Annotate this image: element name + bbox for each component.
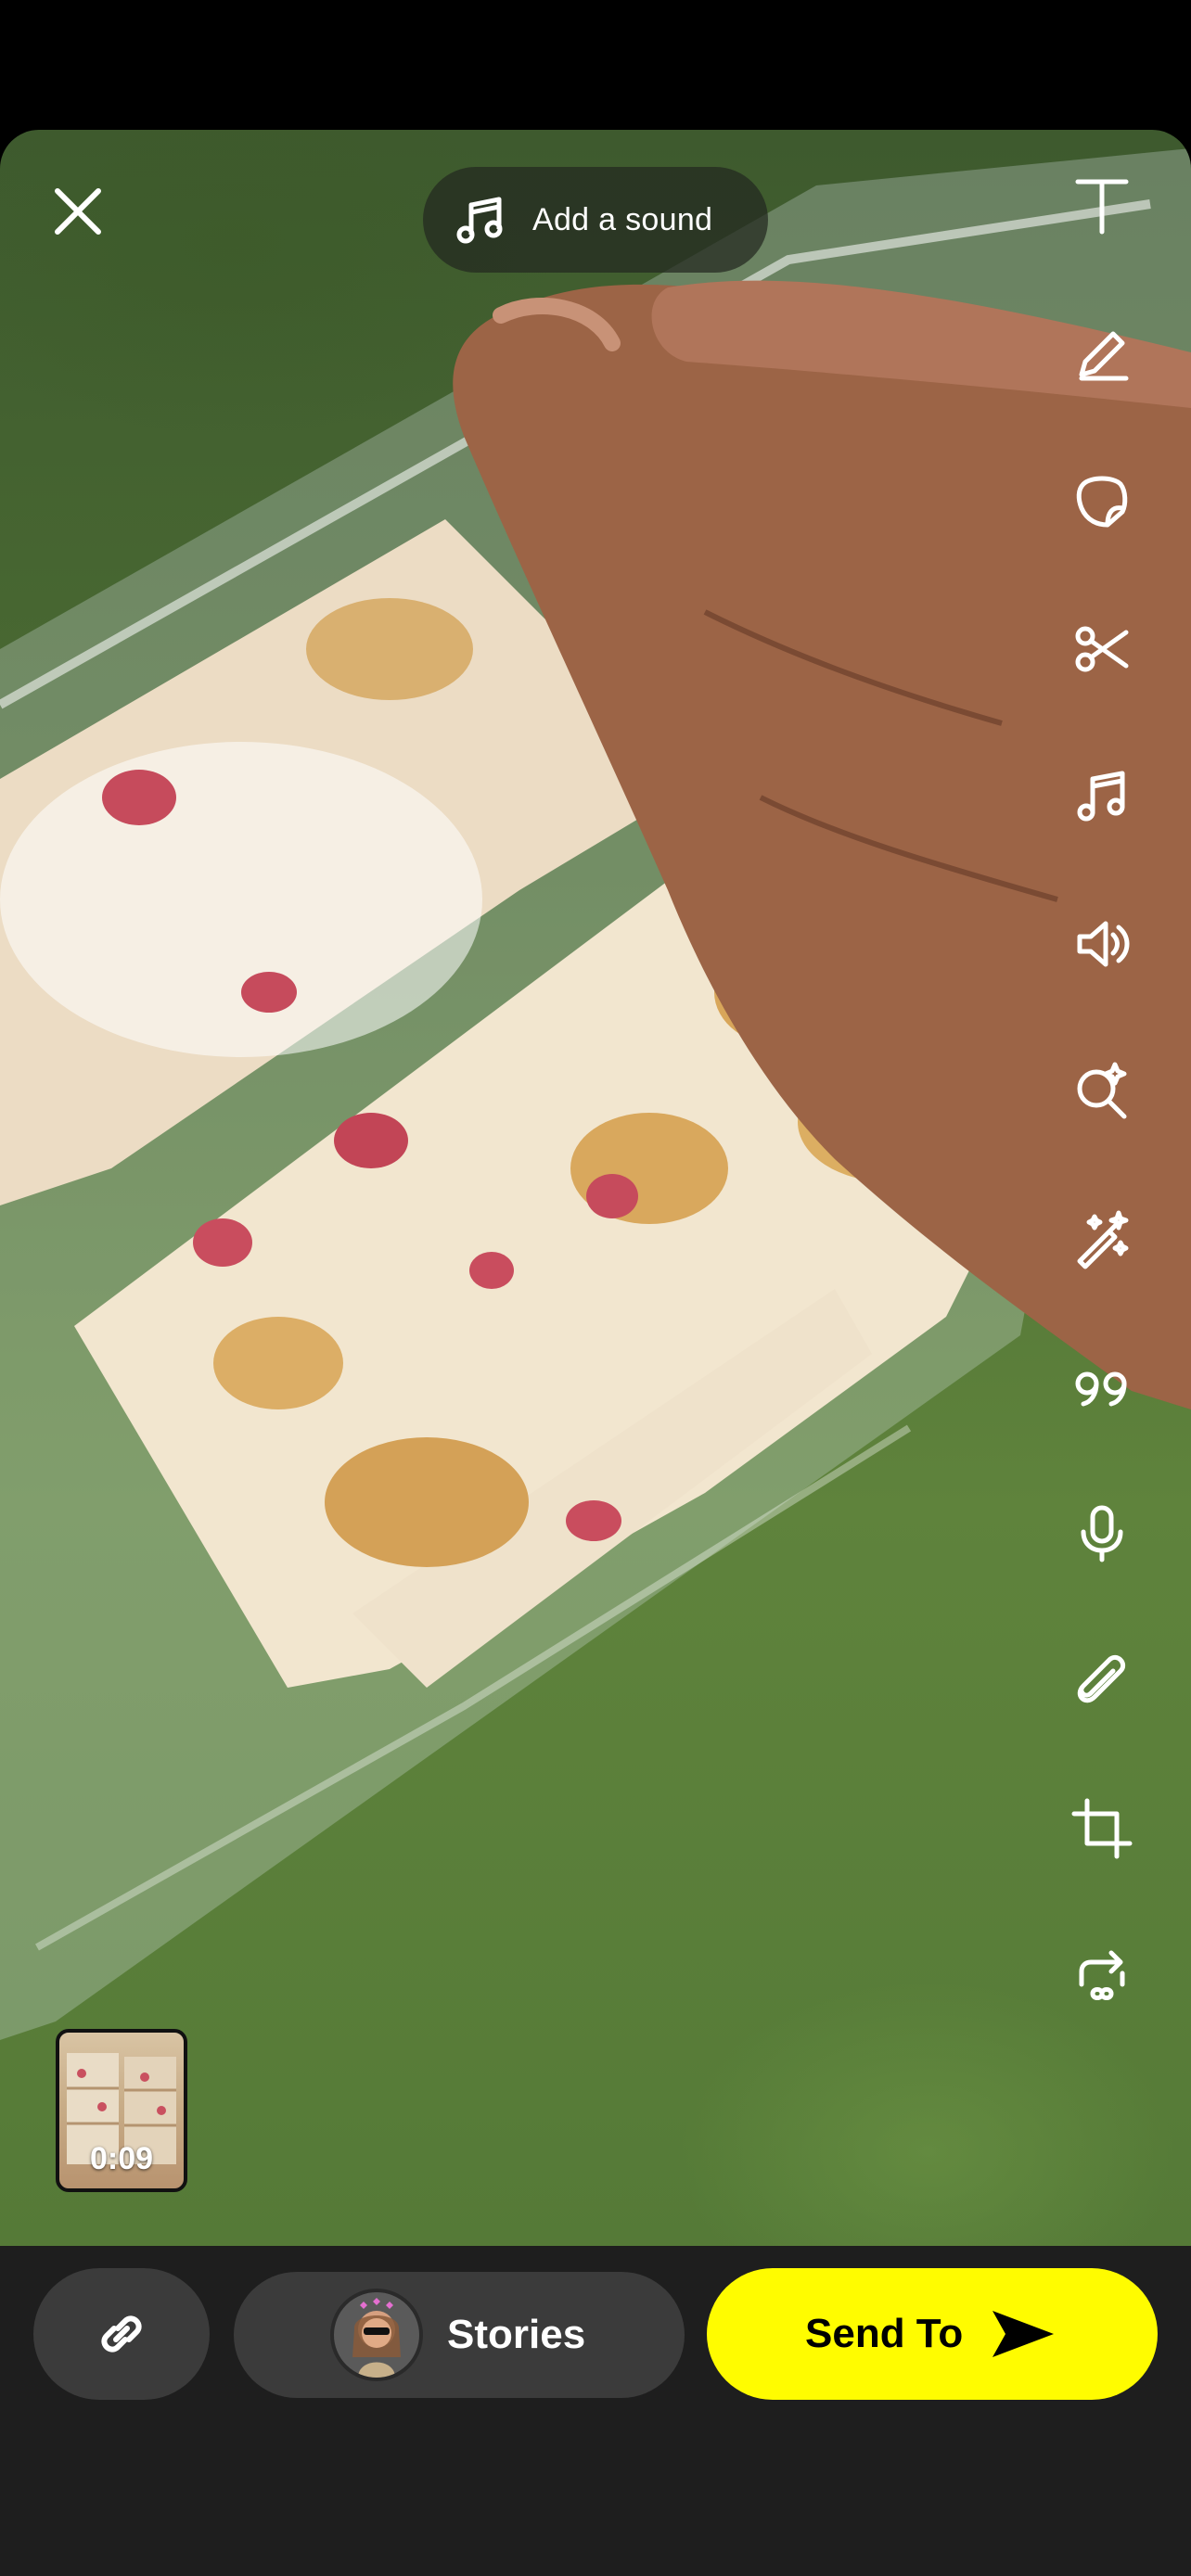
clip-thumbnail[interactable]: 0:09 xyxy=(56,2029,187,2192)
avatar xyxy=(330,2289,423,2381)
search-sparkle-icon xyxy=(1077,1062,1127,1119)
quote-icon xyxy=(1075,1371,1127,1407)
scissors-icon xyxy=(1075,626,1129,672)
music-note-icon xyxy=(1077,771,1125,822)
add-sound-label: Add a sound xyxy=(532,201,713,237)
pencil-icon xyxy=(1079,331,1129,381)
lens-search-tool-button[interactable] xyxy=(1065,1053,1139,1128)
crop-tool-button[interactable] xyxy=(1065,1792,1139,1866)
media-preview[interactable]: Add a sound 0:09 xyxy=(0,130,1191,2246)
add-sound-button[interactable]: Add a sound xyxy=(423,167,768,273)
stories-button[interactable]: Stories xyxy=(234,2272,685,2398)
send-to-label: Send To xyxy=(805,2311,964,2356)
close-button[interactable] xyxy=(45,178,111,245)
quote-tool-button[interactable] xyxy=(1065,1350,1139,1424)
scissors-tool-button[interactable] xyxy=(1065,612,1139,686)
crop-icon xyxy=(1071,1798,1133,1859)
clip-duration: 0:09 xyxy=(89,2141,154,2176)
attachment-tool-button[interactable] xyxy=(1065,1645,1139,1719)
volume-tool-button[interactable] xyxy=(1065,907,1139,981)
loop-tool-button[interactable] xyxy=(1065,1940,1139,2014)
stories-label: Stories xyxy=(447,2312,586,2357)
magic-wand-icon xyxy=(1077,1210,1129,1269)
photo-content xyxy=(0,148,1191,2040)
link-button[interactable] xyxy=(33,2268,210,2400)
loop-icon xyxy=(1079,1950,1125,2000)
voiceover-tool-button[interactable] xyxy=(1065,1497,1139,1571)
text-tool-button[interactable] xyxy=(1065,169,1139,243)
send-to-button[interactable]: Send To xyxy=(707,2268,1158,2400)
status-bar-area xyxy=(0,0,1191,130)
magic-tool-button[interactable] xyxy=(1065,1202,1139,1276)
send-arrow-icon xyxy=(991,2307,1056,2361)
sticker-icon xyxy=(1076,476,1128,528)
close-icon xyxy=(55,188,101,235)
paperclip-icon xyxy=(1077,1654,1126,1703)
music-note-icon xyxy=(455,194,506,246)
bottom-action-bar: Stories Send To xyxy=(0,2246,1191,2576)
link-icon xyxy=(101,2315,142,2353)
draw-tool-button[interactable] xyxy=(1065,317,1139,391)
microphone-icon xyxy=(1081,1505,1123,1562)
sticker-tool-button[interactable] xyxy=(1065,464,1139,538)
speaker-icon xyxy=(1077,921,1130,967)
text-icon xyxy=(1075,179,1129,235)
music-tool-button[interactable] xyxy=(1065,759,1139,833)
